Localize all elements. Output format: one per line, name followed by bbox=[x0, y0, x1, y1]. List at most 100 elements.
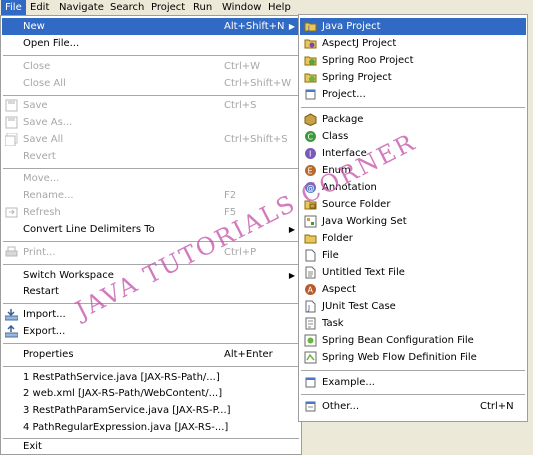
menu-item-label: Spring Web Flow Definition File bbox=[322, 352, 477, 363]
new-item-package[interactable]: Package bbox=[300, 111, 526, 128]
menu-item-label: Project... bbox=[322, 89, 366, 100]
new-item-untitled-text-file[interactable]: Untitled Text File bbox=[300, 264, 526, 281]
new-item-java-project[interactable]: J Java Project bbox=[300, 18, 526, 35]
new-item-class[interactable]: C Class bbox=[300, 128, 526, 145]
menu-item-save[interactable]: Save Ctrl+S bbox=[2, 97, 300, 114]
menu-item-label: Java Project bbox=[322, 21, 381, 32]
recent-file-item[interactable]: 2 web.xml [JAX-RS-Path/WebContent/...] bbox=[2, 385, 300, 402]
menu-item-label: Open File... bbox=[23, 38, 80, 49]
menu-item-open-file[interactable]: Open File... bbox=[2, 35, 300, 52]
menu-item-convert-line-delimiters[interactable]: Convert Line Delimiters To ▶ bbox=[2, 221, 300, 238]
menu-item-save-all[interactable]: Save All Ctrl+Shift+S bbox=[2, 131, 300, 148]
menu-item-revert[interactable]: Revert bbox=[2, 148, 300, 165]
text-file-icon bbox=[304, 266, 317, 279]
new-item-aspect[interactable]: A Aspect bbox=[300, 281, 526, 298]
spring-bean-icon bbox=[304, 334, 317, 347]
menu-separator bbox=[301, 370, 525, 372]
svg-text:@: @ bbox=[307, 184, 315, 193]
recent-file-item[interactable]: 3 RestPathParamService.java [JAX-RS-P...… bbox=[2, 402, 300, 419]
new-item-task[interactable]: Task bbox=[300, 315, 526, 332]
new-item-source-folder[interactable]: Source Folder bbox=[300, 196, 526, 213]
new-item-spring-bean-config[interactable]: Spring Bean Configuration File bbox=[300, 332, 526, 349]
svg-text:I: I bbox=[309, 150, 311, 159]
new-item-example[interactable]: Example... bbox=[300, 374, 526, 391]
menu-window[interactable]: Window bbox=[218, 0, 265, 15]
svg-text:A: A bbox=[308, 286, 314, 295]
menu-item-label: Other... bbox=[322, 401, 360, 412]
menu-item-label: Move... bbox=[23, 173, 60, 184]
file-icon bbox=[304, 249, 317, 262]
menu-edit[interactable]: Edit bbox=[26, 0, 53, 15]
menu-run[interactable]: Run bbox=[189, 0, 216, 15]
menu-item-label: Interface bbox=[322, 148, 367, 159]
menu-help[interactable]: Help bbox=[264, 0, 295, 15]
class-icon: C bbox=[304, 130, 317, 143]
recent-file-item[interactable]: 4 PathRegularExpression.java [JAX-RS-...… bbox=[2, 419, 300, 436]
menu-item-label: New bbox=[23, 21, 45, 32]
menu-item-label: Switch Workspace bbox=[23, 270, 114, 281]
shortcut-label: Alt+Enter bbox=[224, 349, 273, 360]
menu-item-label: Save bbox=[23, 100, 48, 111]
menu-separator bbox=[3, 366, 299, 368]
interface-icon: I bbox=[304, 147, 317, 160]
menu-item-new[interactable]: New Alt+Shift+N ▶ bbox=[2, 18, 300, 35]
menu-item-label: Save As... bbox=[23, 117, 73, 128]
other-wizard-icon bbox=[304, 400, 317, 413]
menu-item-print[interactable]: Print... Ctrl+P bbox=[2, 244, 300, 261]
menu-item-label: Import... bbox=[23, 309, 66, 320]
menu-item-close[interactable]: Close Ctrl+W bbox=[2, 58, 300, 75]
menu-separator bbox=[3, 55, 299, 57]
example-icon bbox=[304, 376, 317, 389]
new-item-aspectj-project[interactable]: AspectJ Project bbox=[300, 35, 526, 52]
folder-icon bbox=[304, 232, 317, 245]
menu-item-export[interactable]: Export... bbox=[2, 323, 300, 340]
new-item-annotation[interactable]: @ Annotation bbox=[300, 179, 526, 196]
menu-item-import[interactable]: Import... bbox=[2, 306, 300, 323]
menu-item-properties[interactable]: Properties Alt+Enter bbox=[2, 346, 300, 363]
menu-project[interactable]: Project bbox=[147, 0, 189, 15]
new-item-folder[interactable]: Folder bbox=[300, 230, 526, 247]
menu-item-rename[interactable]: Rename... F2 bbox=[2, 187, 300, 204]
menu-item-label: Restart bbox=[23, 286, 59, 297]
menu-file[interactable]: File bbox=[1, 0, 26, 15]
shortcut-label: Ctrl+Shift+W bbox=[224, 78, 292, 89]
recent-file-item[interactable]: 1 RestPathService.java [JAX-RS-Path/...] bbox=[2, 369, 300, 386]
menu-item-save-as[interactable]: Save As... bbox=[2, 114, 300, 131]
new-item-spring-web-flow[interactable]: Spring Web Flow Definition File bbox=[300, 349, 526, 366]
menu-item-refresh[interactable]: Refresh F5 bbox=[2, 204, 300, 221]
submenu-arrow-icon: ▶ bbox=[288, 225, 295, 234]
new-submenu: J Java Project AspectJ Project Spring Ro… bbox=[298, 14, 528, 422]
menu-item-switch-workspace[interactable]: Switch Workspace ▶ bbox=[2, 267, 300, 284]
menu-navigate[interactable]: Navigate bbox=[55, 0, 108, 15]
new-item-spring-roo-project[interactable]: Spring Roo Project bbox=[300, 52, 526, 69]
new-item-file[interactable]: File bbox=[300, 247, 526, 264]
annotation-icon: @ bbox=[304, 181, 317, 194]
menu-item-label: JUnit Test Case bbox=[322, 301, 396, 312]
package-icon bbox=[304, 113, 317, 127]
menu-item-restart[interactable]: Restart bbox=[2, 283, 300, 300]
spring-roo-project-icon bbox=[304, 54, 317, 67]
menu-item-label: Source Folder bbox=[322, 199, 391, 210]
new-item-interface[interactable]: I Interface bbox=[300, 145, 526, 162]
new-item-spring-project[interactable]: Spring Project bbox=[300, 69, 526, 86]
menu-item-label: Spring Project bbox=[322, 72, 392, 83]
menu-item-label: Package bbox=[322, 114, 364, 125]
menu-separator bbox=[3, 264, 299, 266]
menu-item-label: Exit bbox=[23, 441, 42, 452]
new-item-junit-test-case[interactable]: J JUnit Test Case bbox=[300, 298, 526, 315]
new-item-java-working-set[interactable]: Java Working Set bbox=[300, 213, 526, 230]
menu-item-close-all[interactable]: Close All Ctrl+Shift+W bbox=[2, 75, 300, 92]
shortcut-label: Ctrl+W bbox=[224, 61, 261, 72]
menu-item-label: Close bbox=[23, 61, 51, 72]
svg-text:C: C bbox=[308, 133, 314, 142]
menu-search[interactable]: Search bbox=[106, 0, 148, 15]
new-item-other[interactable]: Other... Ctrl+N bbox=[300, 398, 526, 415]
menu-item-label: 1 RestPathService.java [JAX-RS-Path/...] bbox=[23, 372, 220, 383]
menu-item-label: Class bbox=[322, 131, 349, 142]
menu-item-move[interactable]: Move... bbox=[2, 170, 300, 187]
new-item-project[interactable]: Project... bbox=[300, 86, 526, 103]
menu-item-label: Revert bbox=[23, 151, 56, 162]
menu-item-exit[interactable]: Exit bbox=[2, 438, 300, 455]
new-item-enum[interactable]: E Enum bbox=[300, 162, 526, 179]
menu-item-label: Folder bbox=[322, 233, 353, 244]
